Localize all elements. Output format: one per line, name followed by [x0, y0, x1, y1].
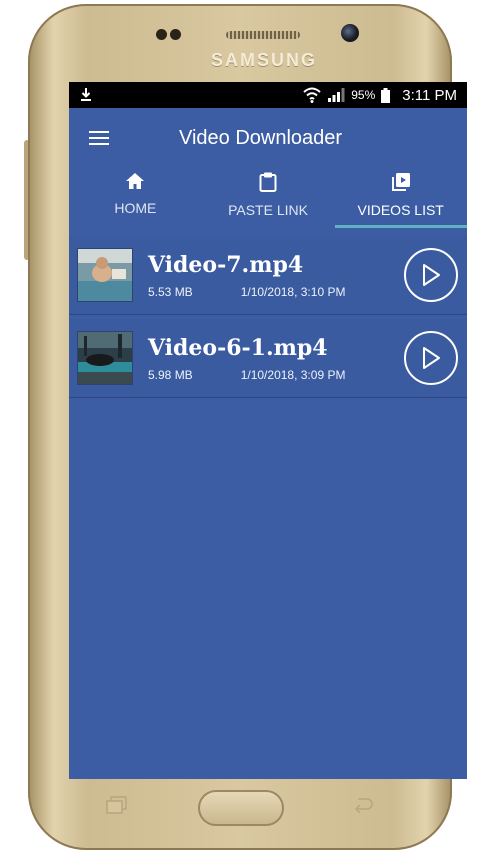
video-thumbnail [77, 248, 133, 302]
status-bar: 95% 3:11 PM [69, 82, 467, 108]
video-size: 5.53 MB [148, 284, 193, 299]
signal-icon [328, 88, 345, 102]
video-library-icon [391, 173, 410, 191]
play-icon [423, 347, 440, 369]
play-button[interactable] [404, 248, 458, 302]
app-bar: Video Downloader [69, 108, 467, 168]
play-icon [423, 264, 440, 286]
tab-home-label: HOME [114, 200, 157, 216]
videos-list: Video-7.mp4 5.53 MB 1/10/2018, 3:10 PM V… [69, 236, 467, 398]
home-button[interactable] [198, 790, 284, 826]
front-camera [341, 24, 359, 42]
tab-paste-link-label: PASTE LINK [228, 202, 308, 218]
clipboard-icon [259, 172, 277, 192]
hamburger-menu-icon [89, 131, 109, 145]
download-icon [81, 88, 91, 101]
sensor-dot [170, 29, 181, 40]
battery-icon [381, 87, 391, 103]
sensor-dot [156, 29, 167, 40]
clock: 3:11 PM [402, 86, 457, 104]
app-screen: 95% 3:11 PM Video Downloader HOME PASTE … [69, 82, 467, 779]
video-list-item[interactable]: Video-6-1.mp4 5.98 MB 1/10/2018, 3:09 PM [69, 319, 467, 398]
menu-button[interactable] [69, 130, 129, 146]
tab-indicator [335, 225, 467, 228]
tab-videos-list-label: VIDEOS LIST [357, 202, 444, 218]
wifi-icon [303, 87, 321, 103]
tab-bar: HOME PASTE LINK VIDEOS LIST [69, 168, 467, 228]
tab-home[interactable]: HOME [69, 168, 202, 228]
earpiece-speaker [226, 31, 300, 39]
play-button[interactable] [404, 331, 458, 385]
video-list-item[interactable]: Video-7.mp4 5.53 MB 1/10/2018, 3:10 PM [69, 236, 467, 315]
brand-logo: SAMSUNG [211, 50, 318, 70]
tab-paste-link[interactable]: PASTE LINK [202, 168, 335, 228]
battery-percentage: 95% [351, 88, 376, 102]
home-icon [126, 173, 145, 189]
video-size: 5.98 MB [148, 367, 193, 382]
recent-apps-icon[interactable] [106, 796, 128, 814]
phone-frame: SAMSUNG 95% 3:11 PM Video Downloader HOM… [28, 4, 467, 850]
app-title: Video Downloader [179, 126, 343, 149]
video-date: 1/10/2018, 3:10 PM [240, 284, 346, 299]
video-thumbnail [77, 331, 133, 385]
video-date: 1/10/2018, 3:09 PM [240, 367, 346, 382]
tab-videos-list[interactable]: VIDEOS LIST [334, 168, 467, 228]
back-icon[interactable] [352, 796, 374, 814]
